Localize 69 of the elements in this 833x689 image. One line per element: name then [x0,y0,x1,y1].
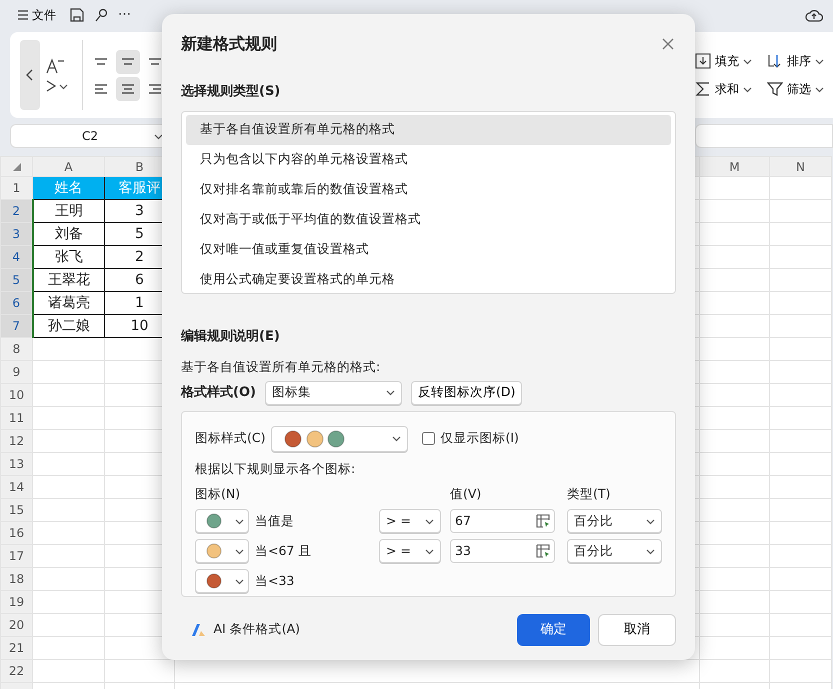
row-header[interactable]: 7 [0,314,32,338]
table-cell: 张飞 [32,246,104,268]
list-item[interactable]: 仅对排名靠前或靠后的数值设置格式 [186,174,671,204]
condition-text: 当<67 且 [255,542,312,560]
table-cell: 刘备 [32,222,104,246]
row-header[interactable]: 16 [0,522,32,544]
row-header[interactable]: 13 [0,452,32,476]
row-header[interactable]: 17 [0,544,32,568]
table-cell: 王翠花 [32,268,104,292]
field-label: 图标样式(C) [195,429,266,448]
more-button[interactable]: ⋯ [118,5,131,25]
section-label: 选择规则类型(S) [181,83,282,101]
column-label: 图标(N) [195,484,242,502]
row-header[interactable]: 18 [0,568,32,590]
section-label: 编辑规则说明(E) [181,328,281,346]
condition-text: 当<33 [255,572,296,590]
list-item[interactable]: 只为包含以下内容的单元格设置格式 [186,144,671,174]
row-header[interactable]: 20 [0,614,32,636]
toolbar-button[interactable]: 筛选 [763,78,833,100]
row-header[interactable]: 22 [0,660,32,682]
row-header[interactable]: 8 [0,338,32,360]
type-select[interactable]: 百分比 [567,539,662,564]
column-label: 值(V) [450,484,482,502]
condition-text: 当值是 [255,512,295,530]
ai-link[interactable]: AI 条件格式(A) [191,620,300,640]
table-cell: 王明 [32,200,104,222]
column-header[interactable]: N [770,156,832,176]
field-label: 格式样式(O) [181,384,257,402]
file-menu[interactable]: 文件 [14,4,60,26]
row-header[interactable]: 12 [0,430,32,452]
list-item[interactable]: 仅对唯一值或重复值设置格式 [186,234,671,264]
row-header[interactable]: 19 [0,590,32,614]
description-text: 基于各自值设置所有单元格的格式: [181,358,382,376]
row-header[interactable]: 14 [0,476,32,498]
row-header[interactable]: 15 [0,498,32,522]
table-cell: 诸葛亮 [32,292,104,314]
column-header[interactable]: M [700,156,770,176]
column-label: 类型(T) [567,484,612,502]
operator-select[interactable]: > = [379,539,441,564]
row-header[interactable]: 9 [0,360,32,384]
row-header[interactable]: 1 [0,176,32,200]
value-field[interactable]: 33 [450,539,555,564]
toolbar-button[interactable]: 填充 [691,50,763,72]
type-select[interactable]: 百分比 [567,509,662,534]
reverse-order-button[interactable]: 反转图标次序(D) [411,380,522,405]
cancel-button[interactable]: 取消 [598,614,676,646]
operator-select[interactable]: > = [379,509,441,534]
caption-text: 根据以下规则显示各个图标: [195,460,356,478]
row-header[interactable]: 2 [0,200,32,222]
checkbox-label[interactable]: 仅显示图标(I) [440,429,519,448]
toolbar-button[interactable]: 排序 [763,50,833,72]
list-item[interactable]: 基于各自值设置所有单元格的格式 [186,114,671,144]
row-header[interactable]: 21 [0,636,32,660]
row-header[interactable]: 10 [0,384,32,406]
row-header[interactable]: 6 [0,292,32,314]
toolbar-button[interactable]: 求和 [691,78,763,100]
value-field[interactable]: 67 [450,509,555,534]
header-cell: 姓名 [32,176,104,200]
row-header[interactable]: 11 [0,406,32,430]
row-header[interactable]: 5 [0,268,32,292]
ok-button[interactable]: 确定 [517,614,590,646]
row-header[interactable]: 3 [0,222,32,246]
row-header[interactable]: 4 [0,246,32,268]
format-style-select[interactable]: 图标集 [265,380,402,405]
dialog-title: 新建格式规则 [181,33,277,55]
list-item[interactable]: 使用公式确定要设置格式的单元格 [186,264,671,294]
table-cell: 孙二娘 [32,314,104,338]
list-item[interactable]: 仅对高于或低于平均值的数值设置格式 [186,204,671,234]
column-header[interactable]: A [32,156,104,176]
